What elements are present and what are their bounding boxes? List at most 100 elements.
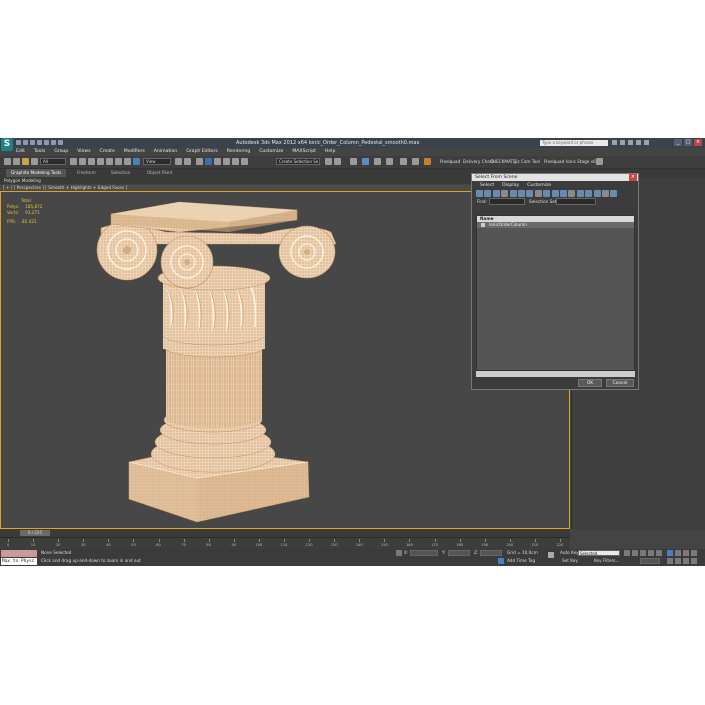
ribbon-tab-2[interactable]: Selection bbox=[106, 169, 135, 177]
named-selection-sets-dropdown[interactable]: Create Selection Se bbox=[276, 158, 320, 165]
maxscript-listener-pink[interactable] bbox=[1, 550, 37, 557]
maxscript-mini-listener[interactable]: Max to Physc bbox=[1, 558, 37, 565]
scale-icon[interactable] bbox=[124, 158, 131, 165]
ribbon-tab-0[interactable]: Graphite Modeling Tools bbox=[6, 169, 67, 177]
display-none-icon[interactable] bbox=[560, 190, 567, 197]
auto-key-button[interactable]: Auto Key bbox=[560, 550, 579, 555]
redo-icon[interactable] bbox=[13, 158, 20, 165]
maximize-viewport-icon[interactable] bbox=[691, 558, 697, 564]
dialog-menu-customize[interactable]: Customize bbox=[527, 183, 551, 188]
toolbar-extra-icon[interactable] bbox=[596, 158, 603, 165]
dialog-close-button[interactable]: × bbox=[629, 174, 637, 181]
redo-icon[interactable] bbox=[44, 140, 49, 145]
display-cameras-icon[interactable] bbox=[501, 190, 509, 197]
display-all-icon[interactable] bbox=[551, 190, 559, 197]
key-filters-button[interactable]: Key Filters... bbox=[594, 558, 619, 563]
time-tag-icon[interactable] bbox=[498, 558, 504, 564]
display-spacewarps-icon[interactable] bbox=[518, 190, 525, 197]
zoom-all-icon[interactable] bbox=[675, 550, 681, 556]
keyboard-shortcut-icon[interactable] bbox=[184, 158, 191, 165]
display-helpers-icon[interactable] bbox=[509, 190, 517, 197]
pivot-center-icon[interactable] bbox=[175, 158, 182, 165]
display-bones-icon[interactable] bbox=[543, 190, 551, 197]
lock-selection-icon[interactable] bbox=[396, 550, 402, 556]
selection-filter-dropdown[interactable]: All bbox=[40, 158, 66, 165]
previous-frame-icon[interactable] bbox=[632, 550, 638, 556]
align-icon[interactable] bbox=[334, 158, 341, 165]
select-invert-icon[interactable] bbox=[593, 190, 601, 197]
percent-snap-icon[interactable] bbox=[214, 158, 221, 165]
curve-editor-icon[interactable] bbox=[374, 158, 381, 165]
toolbar-label-3[interactable]: Jiz Cam Tool bbox=[515, 159, 540, 164]
search-icon[interactable] bbox=[612, 140, 617, 145]
menu-item-create[interactable]: Create bbox=[100, 149, 115, 154]
menu-item-modifiers[interactable]: Modifiers bbox=[124, 149, 145, 154]
close-button[interactable]: × bbox=[694, 139, 702, 146]
toolbar-label-0[interactable]: Pixelquad bbox=[440, 159, 460, 164]
orbit-icon[interactable] bbox=[683, 558, 689, 564]
dialog-menu-display[interactable]: Display bbox=[502, 183, 519, 188]
current-frame-field[interactable] bbox=[640, 558, 660, 564]
rotate-icon[interactable] bbox=[115, 158, 122, 165]
dialog-menu-select[interactable]: Select bbox=[480, 183, 494, 188]
select-by-name-icon[interactable] bbox=[79, 158, 86, 165]
menu-item-tools[interactable]: Tools bbox=[34, 149, 45, 154]
display-xrefs-icon[interactable] bbox=[534, 190, 542, 197]
sync-selection-icon[interactable] bbox=[610, 190, 618, 197]
toolbar-label-4[interactable]: Pixelquad bbox=[544, 159, 564, 164]
invert-display-icon[interactable] bbox=[568, 190, 576, 197]
x-coordinate-field[interactable] bbox=[410, 550, 438, 556]
select-none-icon[interactable] bbox=[585, 190, 593, 197]
rectangular-selection-icon[interactable] bbox=[88, 158, 95, 165]
subscription-icon[interactable] bbox=[620, 140, 625, 145]
scene-object-list[interactable]: Name IonicOrderColumn bbox=[476, 215, 635, 371]
key-icon[interactable] bbox=[548, 552, 554, 558]
menu-item-maxscript[interactable]: MAXScript bbox=[292, 149, 316, 154]
spinner-snap-icon[interactable] bbox=[223, 158, 230, 165]
layer-manager-icon[interactable] bbox=[350, 158, 357, 165]
snaps-toggle-icon[interactable] bbox=[196, 158, 203, 165]
play-icon[interactable] bbox=[640, 550, 646, 556]
render-icon[interactable] bbox=[424, 158, 431, 165]
z-coordinate-field[interactable] bbox=[480, 550, 502, 556]
menu-item-group[interactable]: Group bbox=[54, 149, 68, 154]
window-crossing-icon[interactable] bbox=[97, 158, 104, 165]
dialog-title-bar[interactable]: Select From Scene × bbox=[472, 174, 638, 181]
material-editor-icon[interactable] bbox=[400, 158, 407, 165]
horizontal-scrollbar[interactable] bbox=[476, 371, 635, 377]
reference-coordinate-dropdown[interactable]: View bbox=[143, 158, 171, 165]
select-link-icon[interactable] bbox=[22, 158, 29, 165]
menu-item-customize[interactable]: Customize bbox=[259, 149, 283, 154]
search-input[interactable]: Type a keyword or phrase bbox=[540, 140, 608, 146]
display-lights-icon[interactable] bbox=[492, 190, 500, 197]
menu-item-edit[interactable]: Edit bbox=[16, 149, 25, 154]
selection-set-dropdown[interactable] bbox=[556, 198, 596, 205]
zoom-extents-icon[interactable] bbox=[683, 550, 689, 556]
graphite-toggle-icon[interactable] bbox=[362, 158, 369, 165]
app-logo-icon[interactable]: S bbox=[1, 138, 13, 151]
add-time-tag[interactable]: Add Time Tag bbox=[507, 558, 535, 563]
new-file-icon[interactable] bbox=[16, 140, 21, 145]
edit-named-selection-icon[interactable] bbox=[241, 158, 248, 165]
go-to-start-icon[interactable] bbox=[624, 550, 630, 556]
menu-item-views[interactable]: Views bbox=[77, 149, 90, 154]
go-to-end-icon[interactable] bbox=[656, 550, 662, 556]
filter-icon[interactable] bbox=[602, 190, 609, 197]
display-groups-icon[interactable] bbox=[526, 190, 534, 197]
schematic-view-icon[interactable] bbox=[386, 158, 393, 165]
communication-icon[interactable] bbox=[628, 140, 633, 145]
toolbar-label-2[interactable]: CHECKMATE bbox=[490, 159, 516, 164]
menu-item-graph-editors[interactable]: Graph Editors bbox=[186, 149, 218, 154]
y-coordinate-field[interactable] bbox=[448, 550, 470, 556]
ribbon-tab-1[interactable]: Freeform bbox=[72, 169, 101, 177]
unlink-icon[interactable] bbox=[31, 158, 38, 165]
hold-icon[interactable] bbox=[51, 140, 56, 145]
undo-icon[interactable] bbox=[4, 158, 11, 165]
set-key-button[interactable]: Set Key bbox=[562, 558, 578, 563]
next-frame-icon[interactable] bbox=[648, 550, 654, 556]
list-item[interactable]: IonicOrderColumn bbox=[477, 222, 634, 228]
fetch-icon[interactable] bbox=[58, 140, 63, 145]
time-slider[interactable]: 0 / 225 bbox=[0, 529, 570, 537]
ok-button[interactable]: OK bbox=[578, 379, 602, 387]
select-manipulate-icon[interactable] bbox=[133, 158, 140, 165]
